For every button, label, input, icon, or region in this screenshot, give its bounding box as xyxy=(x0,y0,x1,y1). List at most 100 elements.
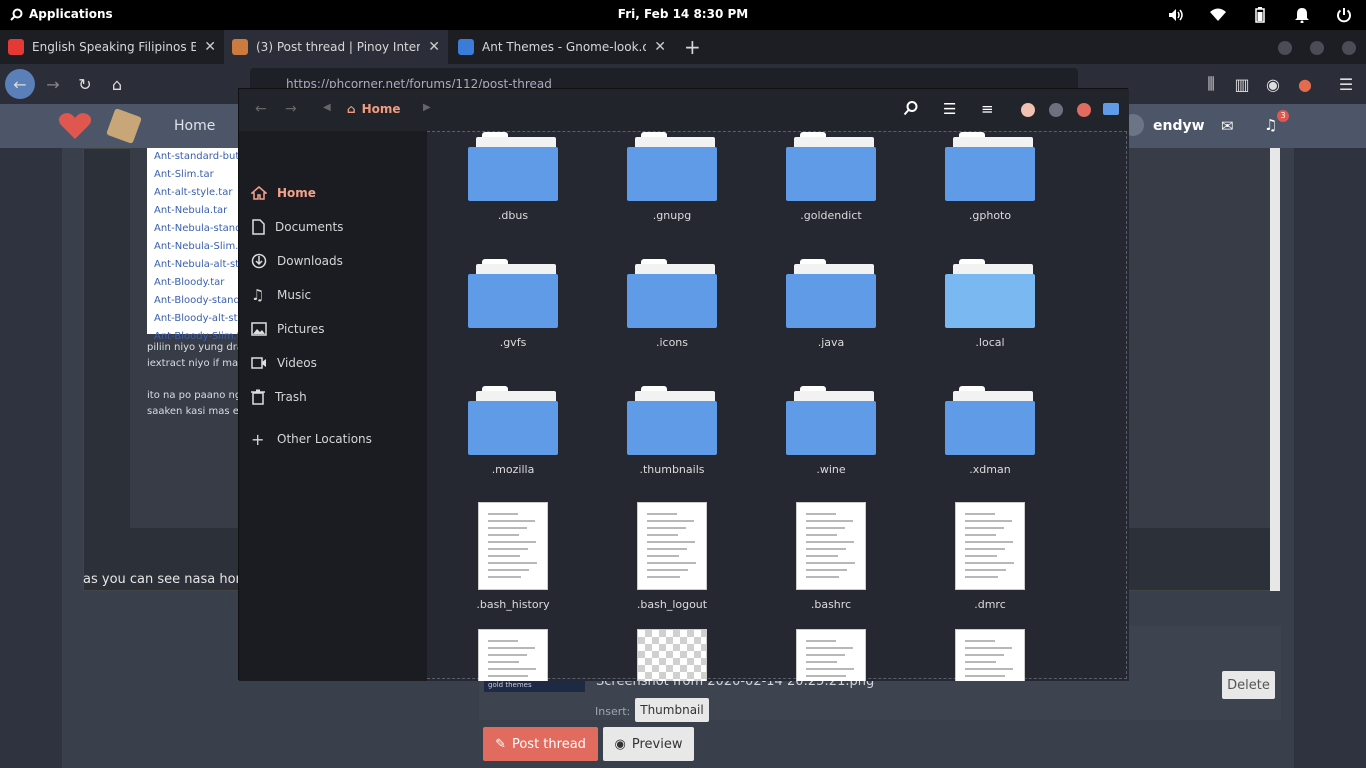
file-item[interactable]: .java xyxy=(761,238,901,358)
crumb-next-icon[interactable]: ▶ xyxy=(423,102,431,113)
browser-tab[interactable]: Ant Themes - Gnome-look.org ✕ xyxy=(450,30,674,64)
file-item-label: .bashrc xyxy=(810,598,852,611)
close-tab-icon[interactable]: ✕ xyxy=(204,39,216,55)
folder-icon[interactable] xyxy=(1103,103,1119,115)
path-crumb-home[interactable]: ⌂ Home xyxy=(347,102,401,116)
inbox-icon[interactable]: ✉ xyxy=(1221,117,1234,135)
file-item[interactable]: .bash_logout xyxy=(602,502,742,622)
fm-icon-grid[interactable]: .dbus .gnupg .goldendict .gphoto .gvfs .icons… xyxy=(427,131,1129,681)
close-window-button[interactable] xyxy=(1342,41,1356,55)
editor-text-line: iextract niyo if may xyxy=(147,358,245,369)
minimize-button[interactable] xyxy=(1278,41,1292,55)
view-list-button[interactable]: ☰ xyxy=(943,100,956,118)
volume-icon[interactable] xyxy=(1166,5,1186,25)
file-item[interactable]: .wine xyxy=(761,365,901,485)
file-item[interactable] xyxy=(602,629,742,681)
sidebar-item-trash[interactable]: Trash xyxy=(251,386,307,408)
battery-icon[interactable] xyxy=(1250,5,1270,25)
file-item[interactable]: .icons xyxy=(602,238,742,358)
alerts-bell-icon[interactable]: ♫ xyxy=(1264,116,1277,134)
notification-bell-icon[interactable] xyxy=(1292,5,1312,25)
trash-icon xyxy=(251,389,265,405)
preview-button[interactable]: ◉ Preview xyxy=(603,727,694,761)
menu-button[interactable]: ☰ xyxy=(1331,69,1361,99)
power-icon[interactable] xyxy=(1334,5,1354,25)
home-button[interactable]: ⌂ xyxy=(102,69,132,99)
sidebar-item-pictures[interactable]: Pictures xyxy=(251,318,325,340)
file-item[interactable] xyxy=(920,629,1060,681)
file-item[interactable]: .xdman xyxy=(920,365,1060,485)
sidebar-item-home[interactable]: Home xyxy=(251,182,316,204)
fm-forward-button[interactable]: → xyxy=(285,101,297,117)
menu-button[interactable]: ≡ xyxy=(981,100,994,118)
fm-back-button[interactable]: ← xyxy=(255,101,267,117)
post-thread-button[interactable]: ✎ Post thread xyxy=(483,727,598,761)
list-item: Ant-Bloody.tar xyxy=(154,277,225,288)
file-item[interactable]: .bashrc xyxy=(761,502,901,622)
browser-tab[interactable]: English Speaking Filipinos EVER ✕ xyxy=(0,30,224,64)
extension-button[interactable]: ● xyxy=(1290,69,1320,99)
file-item-label: .bash_history xyxy=(476,598,550,611)
file-item-label: .gnupg xyxy=(652,209,692,222)
document-icon xyxy=(252,219,265,235)
thumbnail-button[interactable]: Thumbnail xyxy=(635,698,709,722)
applications-menu[interactable]: Applications xyxy=(10,7,113,21)
site-logo-icon[interactable] xyxy=(106,108,142,144)
sidebar-item-downloads[interactable]: Downloads xyxy=(251,250,343,272)
theme-dot-light[interactable] xyxy=(1021,103,1035,117)
reload-button[interactable]: ↻ xyxy=(70,69,100,99)
file-item[interactable]: .goldendict xyxy=(761,131,901,231)
file-item[interactable]: .thumbnails xyxy=(602,365,742,485)
image-file-icon xyxy=(637,629,707,681)
file-item-label: .mozilla xyxy=(491,463,535,476)
sidebar-item-other-locations[interactable]: + Other Locations xyxy=(251,428,372,450)
file-item[interactable]: .gnupg xyxy=(602,131,742,231)
close-button[interactable] xyxy=(1077,103,1091,117)
maximize-button[interactable] xyxy=(1310,41,1324,55)
folder-icon xyxy=(786,132,876,201)
close-tab-icon[interactable]: ✕ xyxy=(428,39,440,55)
file-item-label: .goldendict xyxy=(800,209,862,222)
text-file-icon xyxy=(796,502,866,590)
nav-home[interactable]: Home xyxy=(174,118,215,134)
file-item[interactable] xyxy=(443,629,583,681)
sidebar-item-videos[interactable]: Videos xyxy=(251,352,317,374)
sidebar-item-music[interactable]: ♫ Music xyxy=(251,284,311,306)
close-tab-icon[interactable]: ✕ xyxy=(654,39,666,55)
clock[interactable]: Fri, Feb 14 8:30 PM xyxy=(600,7,766,21)
search-icon xyxy=(903,101,918,116)
username[interactable]: endyw xyxy=(1153,118,1205,134)
file-item[interactable]: .dbus xyxy=(443,131,583,231)
file-item[interactable]: .local xyxy=(920,238,1060,358)
editor-scrollbar[interactable] xyxy=(1270,148,1280,591)
sidebar-item-documents[interactable]: Documents xyxy=(251,216,343,238)
sidebar-item-label: Home xyxy=(277,186,316,200)
delete-button[interactable]: Delete xyxy=(1222,671,1275,699)
file-item[interactable] xyxy=(761,629,901,681)
file-item[interactable]: .gphoto xyxy=(920,131,1060,231)
file-item[interactable]: .gvfs xyxy=(443,238,583,358)
system-tray xyxy=(1166,5,1354,25)
account-button[interactable]: ◉ xyxy=(1258,69,1288,99)
file-item[interactable]: .bash_history xyxy=(443,502,583,622)
crumb-prev-icon[interactable]: ◀ xyxy=(323,102,331,113)
wifi-icon[interactable] xyxy=(1208,5,1228,25)
library-button[interactable]: ⫼ xyxy=(1196,69,1226,99)
new-tab-button[interactable]: + xyxy=(676,30,706,64)
arrow-right-icon: → xyxy=(46,74,60,94)
heart-logo-icon[interactable] xyxy=(58,112,92,140)
back-button[interactable]: ← xyxy=(5,69,35,99)
file-item[interactable]: .mozilla xyxy=(443,365,583,485)
file-manager-window: ← → ◀ ⌂ Home ▶ ☰ ≡ Home Documents Downlo… xyxy=(238,88,1129,681)
file-item[interactable]: .dmrc xyxy=(920,502,1060,622)
library-icon: ⫼ xyxy=(1207,74,1215,93)
list-item: Ant-Nebula-alt-style xyxy=(154,259,239,270)
sidebar-item-label: Trash xyxy=(275,390,307,404)
tab-title: (3) Post thread | Pinoy Internet xyxy=(256,40,421,54)
fm-search-button[interactable] xyxy=(903,100,919,119)
sidebar-button[interactable]: ▥ xyxy=(1227,69,1257,99)
minimize-button[interactable] xyxy=(1049,103,1063,117)
folder-icon xyxy=(468,132,558,201)
forward-button[interactable]: → xyxy=(38,69,68,99)
browser-tab-active[interactable]: (3) Post thread | Pinoy Internet ✕ xyxy=(224,30,448,64)
